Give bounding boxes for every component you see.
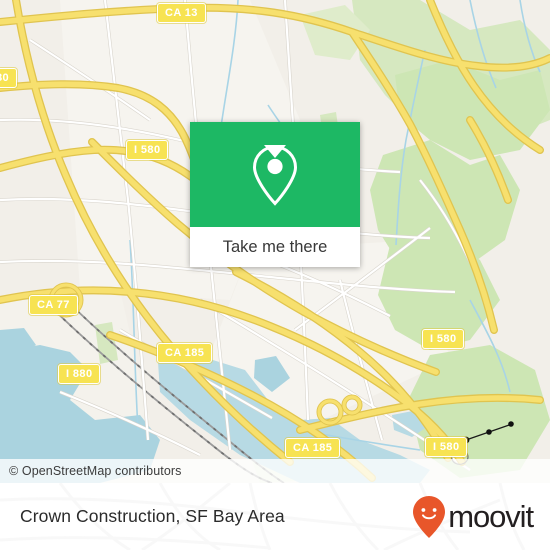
road-shield: I 580: [425, 437, 468, 457]
page-title: Crown Construction, SF Bay Area: [20, 506, 285, 526]
road-shield: CA 13: [157, 3, 206, 23]
map-canvas[interactable]: CA 13 80 I 580 CA 77 I 580 CA 185 I 880 CA 185 I…: [0, 0, 550, 483]
road-shield: I 880: [58, 364, 101, 384]
road-shield: CA 185: [157, 343, 213, 363]
moovit-logo[interactable]: moovit: [412, 495, 534, 539]
callout-header: [190, 122, 360, 227]
road-shield: I 580: [126, 140, 169, 160]
road-shield: I 580: [422, 329, 465, 349]
road-shield: CA 77: [29, 295, 78, 315]
road-shield: CA 185: [285, 438, 341, 458]
moovit-map-screenshot: CA 13 80 I 580 CA 77 I 580 CA 185 I 880 CA 185 I…: [0, 0, 550, 550]
location-callout[interactable]: Take me there: [190, 122, 360, 267]
take-me-there-button[interactable]: Take me there: [190, 227, 360, 267]
map-attribution[interactable]: © OpenStreetMap contributors: [0, 459, 550, 483]
moovit-wordmark: moovit: [448, 499, 534, 534]
moovit-smiley-pin-icon: [413, 495, 446, 538]
footer-bar: Crown Construction, SF Bay Area moovit: [0, 483, 550, 550]
take-me-there-label: Take me there: [222, 237, 328, 256]
callout-pointer: [264, 145, 286, 158]
road-shield: 80: [0, 68, 18, 88]
